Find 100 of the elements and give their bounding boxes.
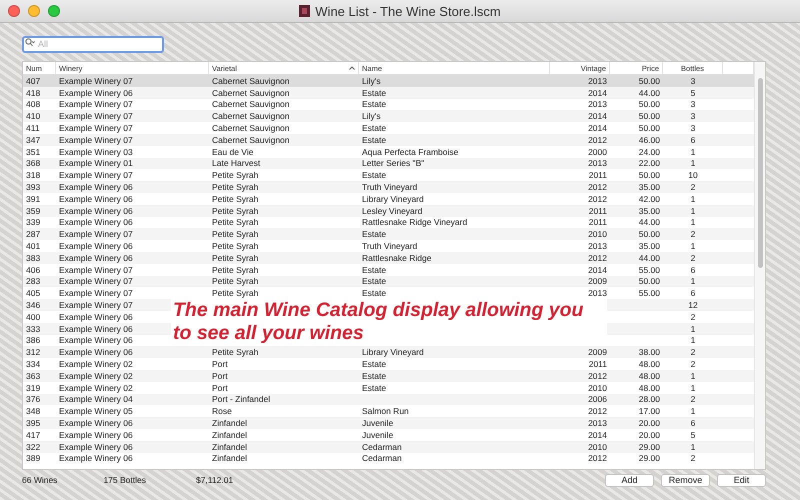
table-cell: Lily's: [362, 111, 381, 122]
table-cell: 1: [690, 158, 696, 168]
table-cell: 393: [26, 182, 40, 192]
table-cell: 35.00: [638, 206, 660, 216]
table-cell: 46.00: [638, 134, 660, 145]
table-cell: 5: [690, 430, 696, 440]
table-cell: Example Winery 07: [59, 264, 133, 275]
table-cell: Lily's: [362, 76, 381, 86]
table-cell: 2000: [588, 146, 607, 157]
table-cell: 2012: [588, 453, 607, 464]
table-cell: 2: [690, 453, 696, 464]
table-cell: 10: [688, 170, 698, 180]
table-cell: 50.00: [638, 276, 660, 286]
table-cell: 2012: [588, 370, 607, 381]
action-button[interactable]: Edit: [717, 474, 766, 486]
table-cell: Example Winery 06: [59, 347, 133, 358]
table-cell: Example Winery 04: [59, 394, 133, 404]
table-cell: Petite Syrah: [212, 206, 258, 216]
table-cell: 22.00: [638, 158, 660, 168]
table-cell: 55.00: [638, 288, 660, 298]
table-cell: Example Winery 07: [59, 288, 133, 298]
table-cell: Letter Series "B": [362, 158, 424, 168]
action-button[interactable]: Remove: [661, 474, 710, 486]
table-cell: Truth Vineyard: [362, 182, 418, 192]
table-cell: 50.00: [638, 76, 660, 86]
table-cell: 2013: [588, 99, 607, 110]
summary-text: 175 Bottles: [103, 475, 146, 485]
table-cell: Petite Syrah: [212, 229, 258, 240]
table-cell: 1: [690, 406, 696, 416]
table-cell: 283: [26, 276, 40, 286]
scrollbar-thumb[interactable]: [758, 78, 762, 268]
table-cell: 2006: [588, 394, 607, 404]
table-cell: 351: [26, 146, 40, 157]
table-cell: Rose: [212, 406, 232, 416]
search-field[interactable]: All: [22, 36, 164, 52]
table-cell: 417: [26, 430, 40, 440]
table-cell: 3: [690, 111, 696, 122]
table-cell: Juvenile: [362, 430, 394, 440]
table-cell: Estate: [362, 170, 386, 180]
table-cell: Example Winery 06: [59, 418, 133, 428]
table-cell: Example Winery 02: [59, 370, 133, 381]
table-cell: 348: [26, 406, 40, 416]
table-cell: 2014: [588, 430, 607, 440]
table-cell: Library Vineyard: [362, 347, 424, 358]
table-cell: Example Winery 06: [59, 206, 133, 216]
table-cell: Example Winery 06: [59, 312, 133, 322]
table-cell: Example Winery 07: [59, 276, 133, 286]
table-cell: Petite Syrah: [212, 276, 258, 286]
table-cell: Estate: [362, 134, 386, 145]
table-cell: 1: [690, 442, 696, 452]
table-cell: 401: [26, 241, 40, 252]
minimize-button[interactable]: [28, 5, 40, 17]
close-button[interactable]: [8, 5, 20, 17]
table-cell: Estate: [362, 123, 386, 134]
table-cell: 48.00: [638, 359, 660, 370]
table-cell: Cabernet Sauvignon: [212, 88, 290, 98]
table-cell: Petite Syrah: [212, 182, 258, 192]
table-cell: Salmon Run: [362, 406, 409, 416]
table-cell: Example Winery 06: [59, 453, 133, 464]
table-cell: Example Winery 06: [59, 324, 133, 334]
table-cell: Estate: [362, 229, 386, 240]
table-cell: 376: [26, 394, 40, 404]
table-cell: 2013: [588, 418, 607, 428]
table-cell: 29.00: [638, 453, 660, 464]
table-cell: 2014: [588, 264, 607, 275]
table-cell: 400: [26, 312, 40, 322]
action-button[interactable]: Add: [605, 474, 654, 486]
table-cell: Example Winery 07: [59, 76, 133, 86]
table-cell: 2014: [588, 88, 607, 98]
table-cell: 48.00: [638, 370, 660, 381]
table-cell: 2009: [588, 347, 607, 358]
table-cell: Truth Vineyard: [362, 241, 418, 252]
table-cell: Example Winery 03: [59, 146, 133, 157]
table-cell: 407: [26, 76, 40, 86]
zoom-button[interactable]: [48, 5, 60, 17]
table-cell: Example Winery 07: [59, 229, 133, 240]
table-cell: 2012: [588, 252, 607, 263]
table-cell: 50.00: [638, 99, 660, 110]
table-cell: Estate: [362, 382, 386, 393]
table-cell: 347: [26, 134, 40, 145]
table-cell: Lesley Vineyard: [362, 206, 422, 216]
table-cell: 42.00: [638, 194, 660, 204]
table-cell: 5: [690, 88, 696, 98]
table-cell: 1: [690, 217, 696, 228]
table-cell: 12: [688, 300, 698, 310]
table-cell: 24.00: [638, 146, 660, 157]
table-cell: Example Winery 07: [59, 123, 133, 134]
table-cell: 363: [26, 370, 40, 381]
table-cell: 2: [690, 312, 696, 322]
table-cell: Cabernet Sauvignon: [212, 76, 290, 86]
table-cell: 50.00: [638, 123, 660, 134]
table-cell: 48.00: [638, 382, 660, 393]
table-cell: Cabernet Sauvignon: [212, 111, 290, 122]
table-cell: 322: [26, 442, 40, 452]
table-cell: Zinfandel: [212, 430, 247, 440]
table-cell: 3: [690, 99, 696, 110]
table-cell: 2013: [588, 76, 607, 86]
table-cell: Cabernet Sauvignon: [212, 123, 290, 134]
table-cell: 2012: [588, 182, 607, 192]
table-cell: 6: [690, 288, 696, 298]
